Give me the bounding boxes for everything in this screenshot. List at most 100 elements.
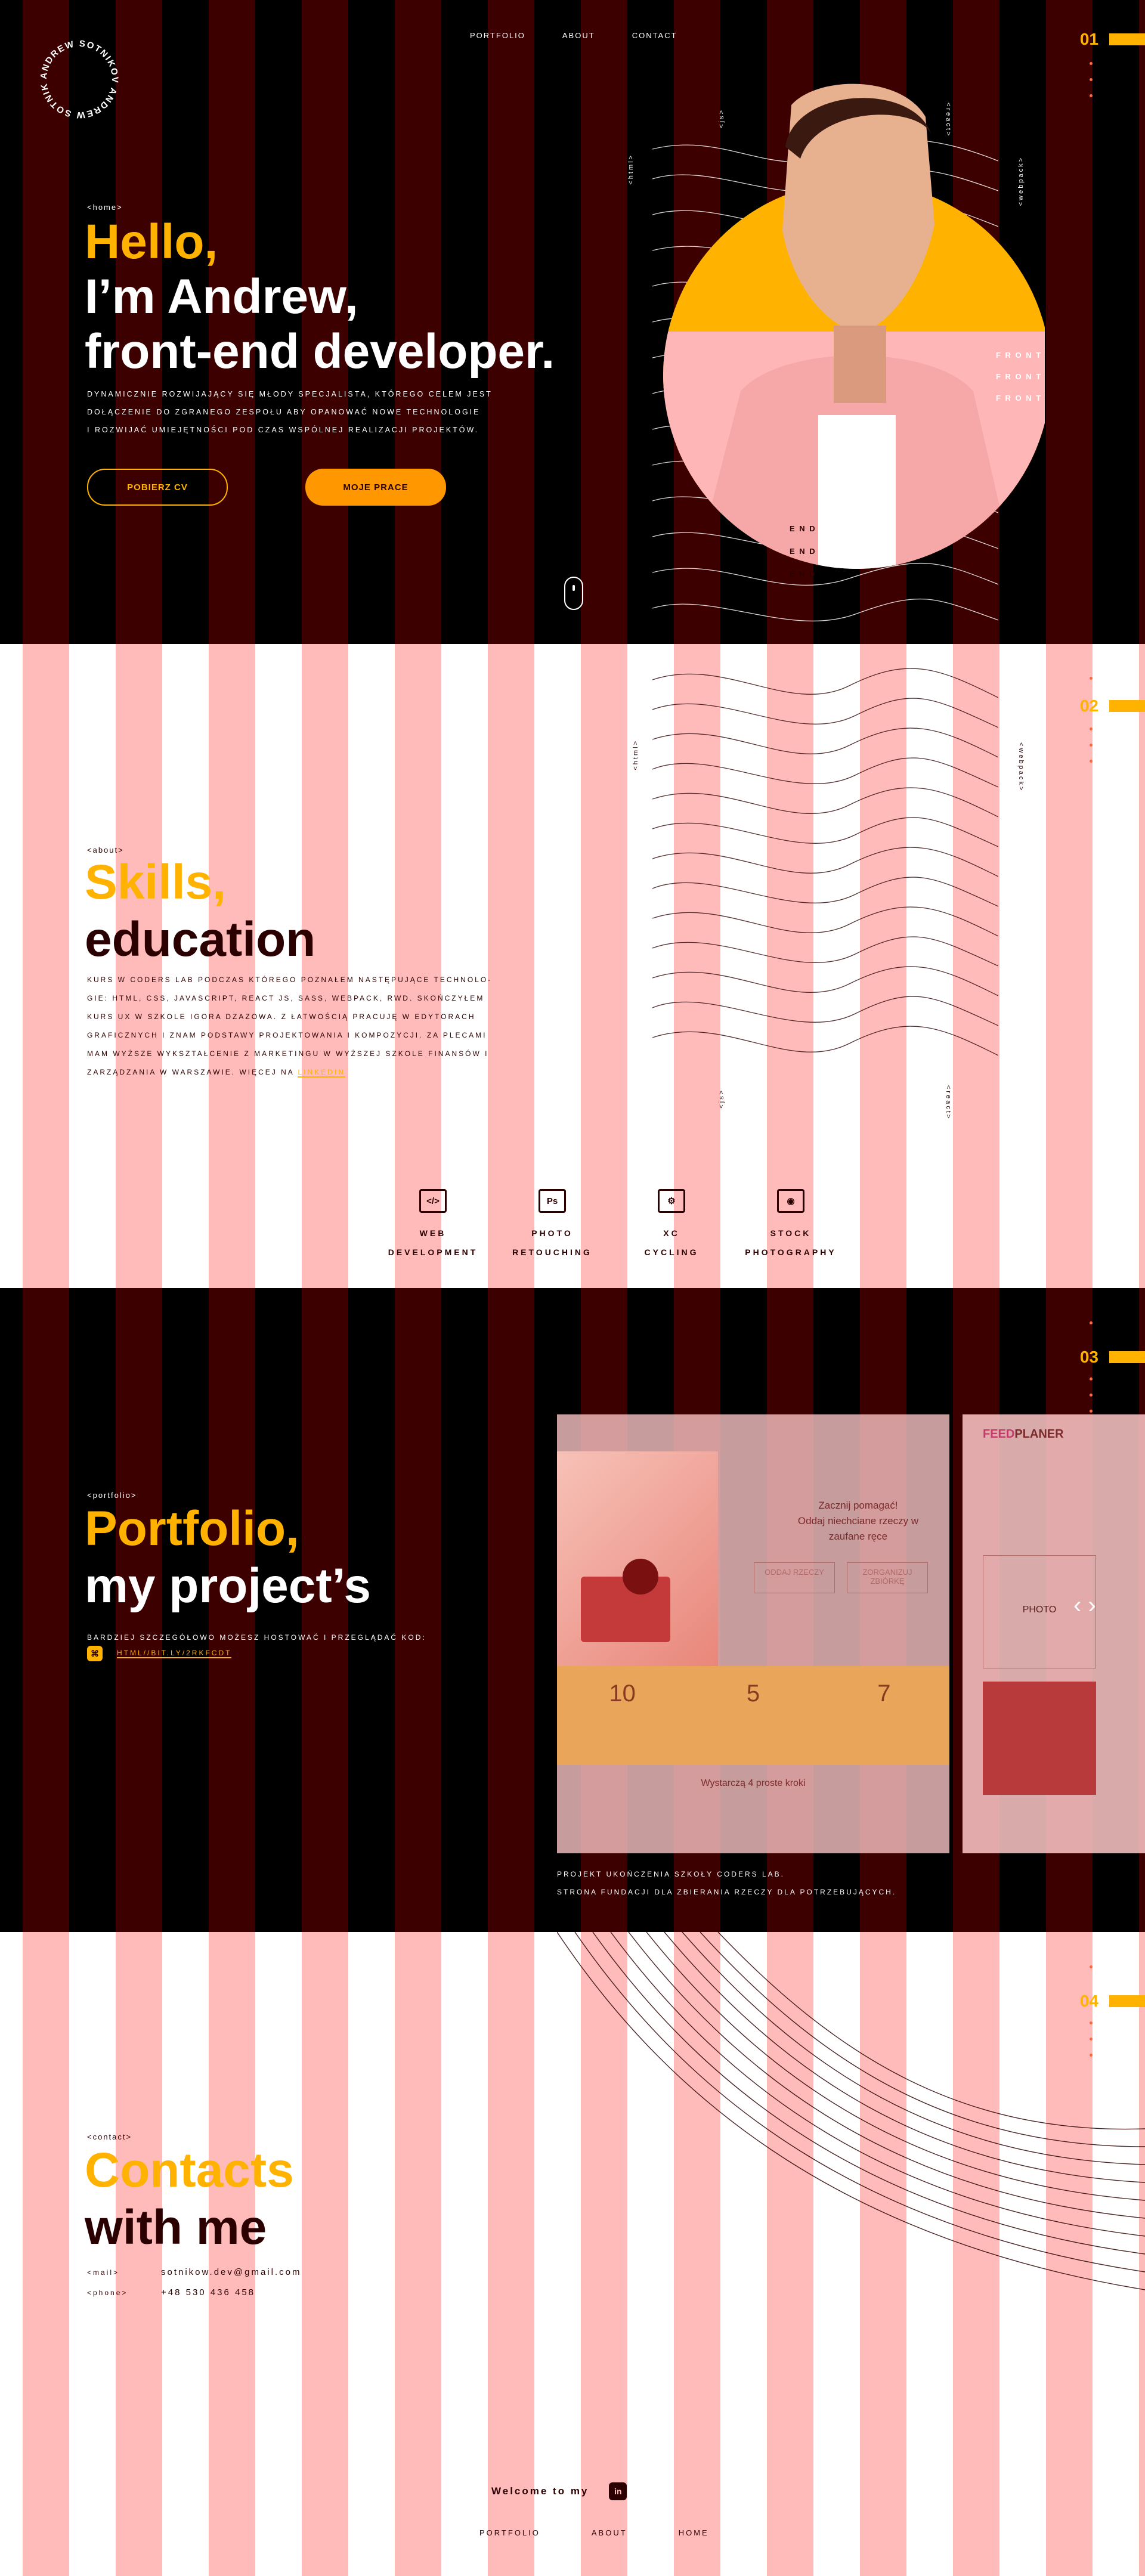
section-counter: 01	[1080, 30, 1145, 49]
hero-line-1: Hello,	[85, 215, 218, 269]
svg-text:ANDREW SOTNIKOV ANDREW SOTNIKO: ANDREW SOTNIKOV ANDREW SOTNIKOV	[35, 35, 120, 120]
about-tag: <about>	[87, 846, 124, 854]
nav-about[interactable]: ABOUT	[562, 31, 595, 40]
section-dots[interactable]	[1090, 1377, 1093, 1413]
about-heading: Skills, education	[85, 854, 315, 968]
portfolio-description: BARDZIEJ SZCZEGÓŁOWO MOŻESZ HOSTOWAĆ I P…	[87, 1633, 426, 1642]
contact-mail-row: <mail> sotnikow.dev@gmail.com	[87, 2262, 301, 2283]
contour-lines-graphic	[652, 668, 998, 1056]
contact-line-1: Contacts	[85, 2143, 294, 2197]
nav-contact[interactable]: CONTACT	[632, 31, 677, 40]
label-webpack: <webpack>	[1017, 742, 1025, 792]
section-dots-top[interactable]	[1090, 1321, 1093, 1324]
footer-portfolio[interactable]: PORTFOLIO	[479, 2528, 540, 2537]
portrait-photo	[663, 83, 1045, 569]
about-line-2: education	[85, 912, 316, 967]
hero-section: ANDREW SOTNIKOV ANDREW SOTNIKOV PORTFOLI…	[0, 0, 1145, 644]
hero-line-2: I’m Andrew,	[85, 270, 358, 324]
portfolio-tag: <portfolio>	[87, 1491, 137, 1500]
counter-bar	[1109, 700, 1145, 712]
project-card-charity[interactable]: Zacznij pomagać! Oddaj niechciane rzeczy…	[557, 1414, 949, 1853]
project-thumbnail	[983, 1682, 1096, 1795]
portfolio-line-2: my project’s	[85, 1559, 372, 1613]
linkedin-icon[interactable]: in	[609, 2482, 627, 2500]
code-icon: </>	[419, 1189, 447, 1213]
my-works-button[interactable]: MOJE PRACE	[305, 469, 446, 506]
counter-bar	[1109, 1351, 1145, 1363]
hero-heading: Hello, I’m Andrew, front-end developer.	[85, 215, 555, 379]
repo-link-row: ⌘ HTML//BIT.LY/2RKFCDT	[87, 1646, 232, 1661]
camera-icon: ◉	[777, 1189, 804, 1213]
top-nav: PORTFOLIO ABOUT CONTACT	[470, 31, 677, 40]
photoshop-icon: Ps	[539, 1189, 566, 1213]
feedplaner-brand: FEEDPLANER	[983, 1428, 1064, 1441]
skills-row: </> WEB DEVELOPMENT Ps PHOTO RETOUCHING …	[373, 1189, 850, 1262]
project-card-feedplaner[interactable]: FEEDPLANER PHOTO	[963, 1414, 1145, 1853]
scroll-mouse-icon[interactable]	[564, 577, 583, 610]
carousel-arrows[interactable]: ‹ ›	[1073, 1592, 1096, 1619]
section-dots[interactable]	[1090, 2021, 1093, 2057]
hero-description: DYNAMICZNIE ROZWIJAJĄCY SIĘ MŁODY SPECJA…	[87, 390, 493, 434]
welcome-row: Welcome to my in	[491, 2482, 627, 2500]
github-icon: ⌘	[87, 1646, 103, 1661]
download-cv-button[interactable]: POBIERZ CV	[87, 469, 228, 506]
label-html: <html>	[627, 154, 635, 185]
counter-number: 04	[1079, 1992, 1098, 2010]
logo-text: ANDREW SOTNIKOV ANDREW SOTNIKOV	[35, 35, 119, 120]
footer-about[interactable]: ABOUT	[592, 2528, 627, 2537]
curve-lines-graphic	[557, 1932, 1145, 2290]
skill-web-development: </> WEB DEVELOPMENT	[373, 1189, 493, 1262]
section-counter: 02	[1080, 696, 1145, 716]
about-description: KURS W CODERS LAB PODCZAS KTÓREGO POZNAŁ…	[87, 976, 493, 1078]
contact-info: <mail> sotnikow.dev@gmail.com <phone> +4…	[87, 2262, 301, 2303]
front-text: F R O N TF R O N TF R O N T	[996, 351, 1042, 402]
project-stats-band: 10 5 7	[557, 1666, 949, 1765]
logo-ring[interactable]: ANDREW SOTNIKOV ANDREW SOTNIKOV	[35, 35, 124, 124]
project-description: PROJEKT UKOŃCZENIA SZKOŁY CODERS LAB. ST…	[557, 1870, 897, 1896]
section-dots[interactable]	[1090, 62, 1093, 97]
section-counter: 04	[1080, 1992, 1145, 2011]
label-react: <react>	[945, 103, 952, 138]
section-counter: 03	[1080, 1348, 1145, 1367]
repo-link[interactable]: HTML//BIT.LY/2RKFCDT	[117, 1649, 232, 1658]
contact-heading: Contacts with me	[85, 2142, 294, 2256]
section-dots[interactable]	[1090, 727, 1093, 763]
label-webpack: <webpack>	[1017, 156, 1025, 206]
project-footer-text: Wystarczą 4 proste kroki	[701, 1778, 806, 1788]
hero-line-3: front-end developer.	[85, 324, 555, 379]
counter-number: 02	[1079, 696, 1098, 715]
skill-photo-retouching: Ps PHOTO RETOUCHING	[493, 1189, 612, 1262]
counter-bar	[1109, 1995, 1145, 2007]
counter-number: 03	[1079, 1348, 1098, 1366]
cycling-icon: ⚙	[658, 1189, 685, 1213]
label-html: <html>	[632, 739, 639, 770]
home-tag: <home>	[87, 203, 123, 212]
contact-line-2: with me	[85, 2200, 267, 2255]
end-text: E N DE N DE N D	[790, 524, 816, 578]
label-js: <js>	[718, 1089, 725, 1109]
phone-link[interactable]: +48 530 436 458	[161, 2283, 255, 2303]
label-react: <react>	[945, 1085, 952, 1120]
section-dots-top[interactable]	[1090, 677, 1093, 680]
footer-home[interactable]: HOME	[679, 2528, 709, 2537]
email-link[interactable]: sotnikow.dev@gmail.com	[161, 2262, 301, 2283]
skill-stock-photography: ◉ STOCK PHOTOGRAPHY	[731, 1189, 850, 1262]
give-items-button[interactable]: ODDAJ RZECZY	[754, 1562, 835, 1593]
portfolio-line-1: Portfolio,	[85, 1501, 299, 1556]
contact-tag: <contact>	[87, 2132, 132, 2141]
welcome-text: Welcome to my	[491, 2485, 589, 2497]
footer-nav: PORTFOLIO ABOUT HOME	[479, 2528, 709, 2537]
project-hero-image	[557, 1451, 718, 1666]
project-cta: Zacznij pomagać! Oddaj niechciane rzeczy…	[797, 1500, 919, 1542]
label-js: <js>	[718, 109, 725, 128]
skill-xc-cycling: ⚙ XC CYCLING	[612, 1189, 731, 1262]
counter-bar	[1109, 33, 1145, 45]
organize-collection-button[interactable]: ZORGANIZUJ ZBIÓRKĘ	[847, 1562, 928, 1593]
section-dots-top[interactable]	[1090, 1965, 1093, 1968]
counter-number: 01	[1079, 30, 1098, 48]
about-line-1: Skills,	[85, 855, 227, 909]
nav-portfolio[interactable]: PORTFOLIO	[470, 31, 525, 40]
linkedin-link[interactable]: LINKEDIN	[298, 1068, 345, 1078]
contact-section: 04 <contact> Contacts with me <mail> sot…	[0, 1932, 1145, 2576]
contact-phone-row: <phone> +48 530 436 458	[87, 2283, 301, 2303]
